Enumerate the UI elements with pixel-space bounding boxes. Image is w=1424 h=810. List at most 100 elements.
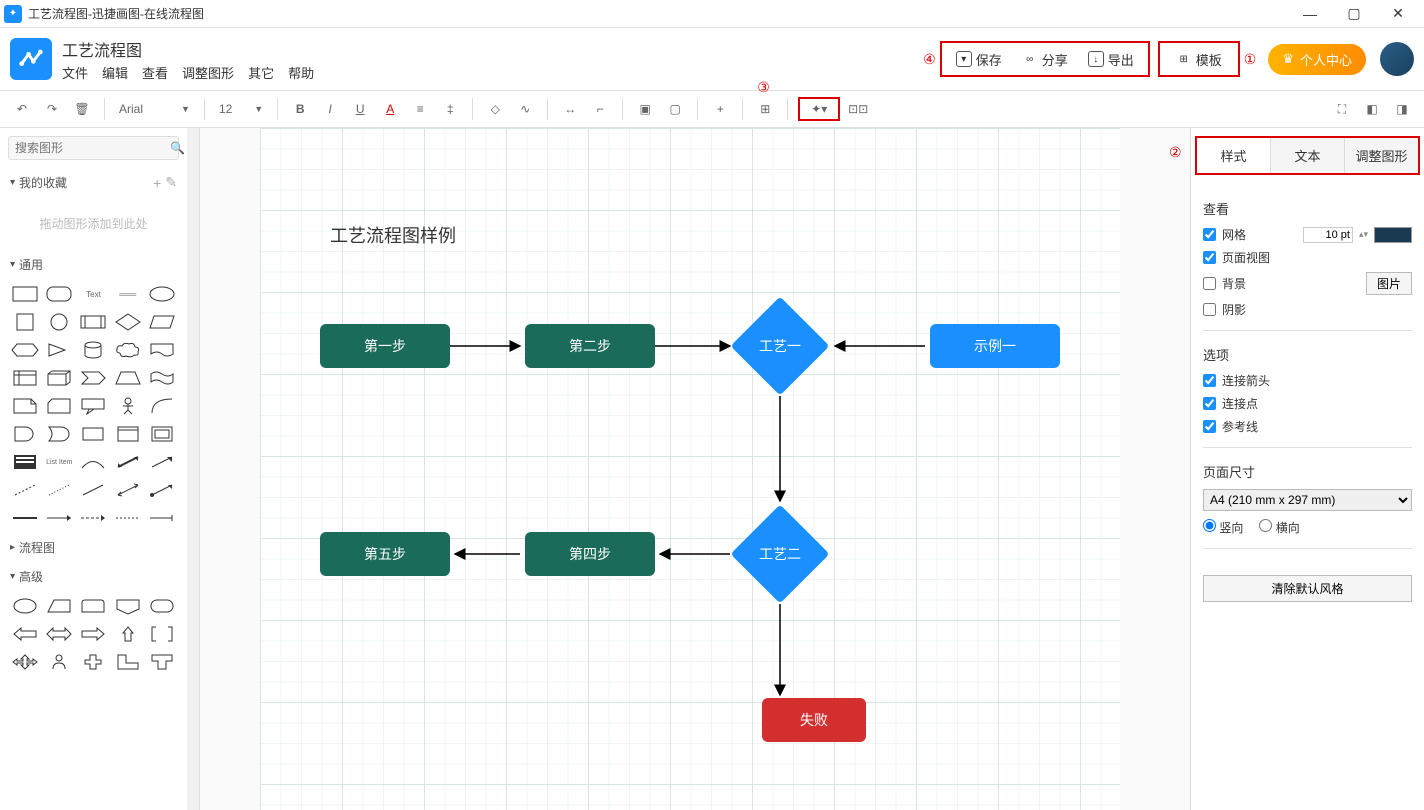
shape-adv-tag[interactable] [113,595,143,617]
shape-hline5[interactable] [147,507,177,529]
section-general[interactable]: 通用 [0,250,187,279]
align-button[interactable]: ≡ [408,97,432,121]
shape-adv-ellipse[interactable] [10,595,40,617]
node-ex1[interactable]: 示例一 [930,324,1060,368]
to-front-button[interactable]: ▣ [633,97,657,121]
outline-panel-button[interactable]: ◨ [1390,97,1414,121]
shape-hline2[interactable] [44,507,74,529]
shape-adv-arrow-bi[interactable] [44,623,74,645]
shape-list[interactable] [10,451,40,473]
node-proc1[interactable]: 工艺一 [730,296,830,396]
shape-adv-cross-bi[interactable] [10,651,40,673]
shape-bidir[interactable] [113,479,143,501]
shape-document[interactable] [147,339,177,361]
shape-process[interactable] [78,311,108,333]
shape-adv-arrow-r[interactable] [78,623,108,645]
grid-size-input[interactable] [1303,227,1353,243]
checkbox-conn-point[interactable] [1203,397,1216,410]
shape-cylinder[interactable] [78,339,108,361]
shape-step[interactable] [78,367,108,389]
shape-conn[interactable] [147,479,177,501]
font-size-select[interactable]: 12▼ [215,100,267,118]
shape-adv-arrow-l[interactable] [10,623,40,645]
user-center-button[interactable]: ♛个人中心 [1268,44,1366,75]
shape-adv-tee[interactable] [147,651,177,673]
checkbox-guide[interactable] [1203,420,1216,433]
menu-view[interactable]: 查看 [142,63,168,82]
delete-button[interactable]: 🗑 [70,97,94,121]
shape-line[interactable] [78,479,108,501]
shape-rounded[interactable] [44,283,74,305]
shape-rect[interactable] [10,283,40,305]
shape-adv-trap[interactable] [44,595,74,617]
search-shapes[interactable]: 🔍 [8,136,179,160]
shape-internal[interactable] [10,367,40,389]
checkbox-conn-arrow[interactable] [1203,374,1216,387]
add-button[interactable]: + [708,97,732,121]
minimize-button[interactable]: — [1288,0,1332,28]
radio-portrait[interactable] [1203,519,1216,532]
menu-other[interactable]: 其它 [248,63,274,82]
shape-cube[interactable] [44,367,74,389]
search-input[interactable] [15,141,170,155]
grid-color-swatch[interactable] [1374,227,1412,243]
section-favorites[interactable]: 我的收藏+✎ [0,168,187,197]
fullscreen-button[interactable]: ⛶ [1330,97,1354,121]
magic-button[interactable]: ✦▾ [798,97,840,121]
shape-datastore[interactable] [78,423,108,445]
shape-curve[interactable] [147,395,177,417]
shape-adv-corner[interactable] [113,651,143,673]
shape-callout[interactable] [78,395,108,417]
shape-circle[interactable] [44,311,74,333]
maximize-button[interactable]: ▢ [1332,0,1376,28]
canvas[interactable]: 工艺流程图样例 第一步 第二步 工艺一 示例一 第五步 第四步 工艺二 失败 [260,128,1120,810]
bold-button[interactable]: B [288,97,312,121]
shape-trapezoid[interactable] [113,367,143,389]
menu-help[interactable]: 帮助 [288,63,314,82]
checkbox-grid[interactable] [1203,228,1216,241]
node-step1[interactable]: 第一步 [320,324,450,368]
add-icon[interactable]: + [153,175,161,191]
shape-tape[interactable] [147,367,177,389]
checkbox-background[interactable] [1203,277,1216,290]
shape-dashed[interactable] [10,479,40,501]
shape-arrow[interactable] [147,451,177,473]
page-size-select[interactable]: A4 (210 mm x 297 mm) [1203,489,1412,511]
shape-hline4[interactable] [113,507,143,529]
node-proc2[interactable]: 工艺二 [730,504,830,604]
section-flowchart[interactable]: 流程图 [0,533,187,562]
export-button[interactable]: ↓导出 [1080,46,1142,73]
menu-edit[interactable]: 编辑 [102,63,128,82]
shape-or[interactable] [44,423,74,445]
tab-style[interactable]: 样式 [1197,138,1271,173]
shape-parallelogram[interactable] [147,311,177,333]
node-step4[interactable]: 第四步 [525,532,655,576]
shape-listitem[interactable]: List Item [44,451,74,473]
line-height-button[interactable]: ‡ [438,97,462,121]
font-color-button[interactable]: A [378,97,402,121]
shape-line-curve[interactable] [78,451,108,473]
shape-adv-tab[interactable] [78,595,108,617]
font-family-select[interactable]: Arial▼ [115,100,194,118]
section-advanced[interactable]: 高级 [0,562,187,591]
grid-toggle-button[interactable]: ⊞③ [753,97,777,121]
shape-dotted[interactable] [44,479,74,501]
node-step2[interactable]: 第二步 [525,324,655,368]
node-fail[interactable]: 失败 [762,698,866,742]
left-scrollbar[interactable] [187,128,199,810]
shape-square[interactable] [10,311,40,333]
shape-adv-person[interactable] [44,651,74,673]
apps-button[interactable]: ⊡⊡ [846,97,870,121]
line-style-button[interactable]: ∿ [513,97,537,121]
shape-triangle[interactable] [44,339,74,361]
edit-icon[interactable]: ✎ [165,174,177,191]
shape-hline1[interactable] [10,507,40,529]
menu-arrange[interactable]: 调整图形 [182,63,234,82]
checkbox-shadow[interactable] [1203,303,1216,316]
avatar[interactable] [1380,42,1414,76]
shape-arrow-bi[interactable] [113,451,143,473]
italic-button[interactable]: I [318,97,342,121]
save-button[interactable]: ▾保存 [948,46,1010,73]
shape-frame[interactable] [147,423,177,445]
template-button[interactable]: ⊞模板 [1168,46,1230,73]
